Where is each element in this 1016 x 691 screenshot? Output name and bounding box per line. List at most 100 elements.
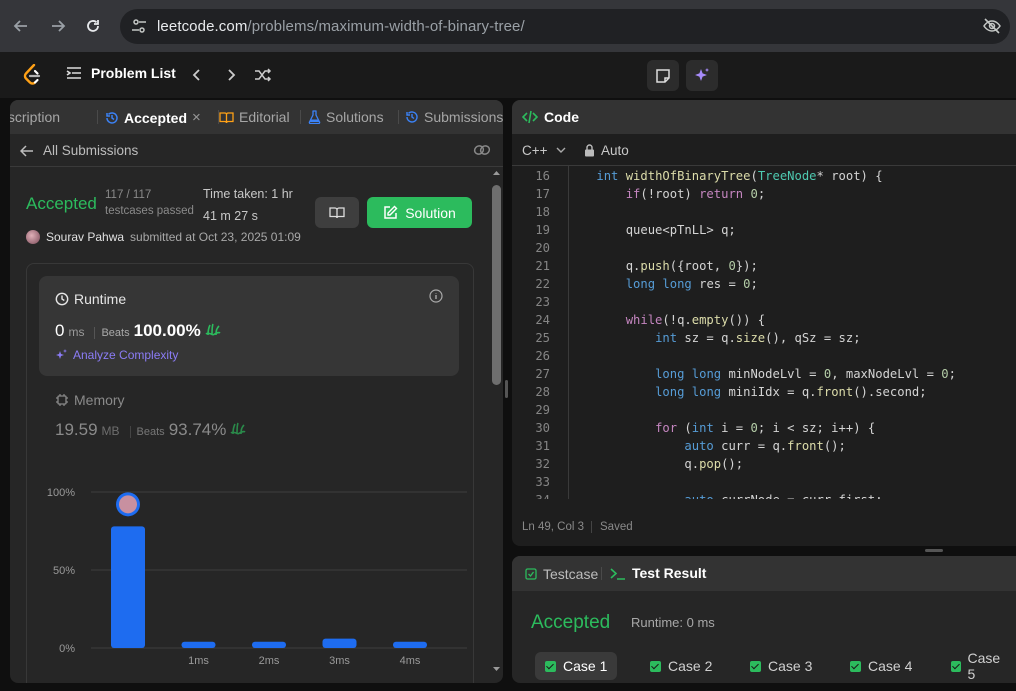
chart-bar xyxy=(322,638,357,648)
solution-button[interactable]: Solution xyxy=(367,197,472,228)
test-status: Accepted xyxy=(531,612,611,633)
forward-arrow-icon[interactable] xyxy=(45,13,71,39)
case-tab-4[interactable]: Case 4 xyxy=(840,652,922,680)
code-line[interactable]: 17 if(!root) return 0; xyxy=(512,185,1016,203)
tab-testcase[interactable]: Testcase xyxy=(525,566,598,582)
terminal-icon xyxy=(610,567,625,580)
time-taken-line1: Time taken: 1 hr xyxy=(203,187,293,201)
x-tick-label: 1ms xyxy=(188,655,209,667)
address-bar[interactable]: leetcode.com/problems/maximum-width-of-b… xyxy=(120,9,1010,44)
share-link-icon[interactable] xyxy=(473,143,491,157)
runtime-box[interactable]: Runtime 0 ms Beats 100.00% Analyze Compl… xyxy=(39,276,459,376)
code-line[interactable]: 26 xyxy=(512,347,1016,365)
code-text: while(!q.empty()) { xyxy=(625,313,766,327)
code-editor[interactable]: 16 int widthOfBinaryTree(TreeNode* root)… xyxy=(512,166,1016,499)
code-line[interactable]: 29 xyxy=(512,401,1016,419)
user-avatar-marker xyxy=(119,495,137,514)
history-icon xyxy=(106,111,118,124)
code-line[interactable]: 33 xyxy=(512,473,1016,491)
tab-solutions[interactable]: Solutions xyxy=(308,109,384,125)
line-number: 23 xyxy=(535,295,550,309)
line-number: 31 xyxy=(535,439,550,453)
code-line[interactable]: 27 long long minNodeLvl = 0, maxNodeLvl … xyxy=(512,365,1016,383)
code-line[interactable]: 25 int sz = q.size(), qSz = sz; xyxy=(512,329,1016,347)
code-line[interactable]: 23 xyxy=(512,293,1016,311)
history-icon xyxy=(406,111,418,123)
case-tab-3[interactable]: Case 3 xyxy=(740,652,822,680)
site-info-icon[interactable] xyxy=(130,17,148,35)
eye-off-icon[interactable] xyxy=(982,16,1002,36)
chart-bar[interactable] xyxy=(111,526,145,648)
code-text: int sz = q.size(), qSz = sz; xyxy=(655,331,861,345)
left-scrollbar[interactable] xyxy=(490,167,503,683)
memory-title[interactable]: Memory xyxy=(55,392,125,408)
next-problem-icon[interactable] xyxy=(222,66,240,84)
tab-divider xyxy=(398,110,399,124)
tab-code[interactable]: Code xyxy=(522,109,579,125)
panel-resize-handle[interactable] xyxy=(925,549,943,552)
notebook-button[interactable] xyxy=(315,197,359,228)
submitter-name[interactable]: Sourav Pahwa xyxy=(46,230,124,244)
sparkle-icon xyxy=(56,348,67,359)
case-tab-1[interactable]: Case 1 xyxy=(535,652,618,680)
url-text: leetcode.com/problems/maximum-width-of-b… xyxy=(157,18,525,35)
tab-submissions[interactable]: Submissions xyxy=(405,109,503,125)
case-tab-2[interactable]: Case 2 xyxy=(640,652,722,680)
tab-description[interactable]: Description xyxy=(10,109,60,125)
notes-button[interactable] xyxy=(647,60,679,91)
close-tab-icon[interactable]: × xyxy=(192,109,201,126)
line-number: 20 xyxy=(535,241,550,255)
code-line[interactable]: 32 q.pop(); xyxy=(512,455,1016,473)
check-icon xyxy=(545,660,556,672)
avatar[interactable] xyxy=(26,230,40,244)
code-line[interactable]: 34 auto currNode = curr.first; xyxy=(512,491,1016,499)
leetcode-logo-icon[interactable] xyxy=(22,64,42,86)
code-line[interactable]: 18 xyxy=(512,203,1016,221)
line-number: 18 xyxy=(535,205,550,219)
chip-icon xyxy=(56,394,68,406)
language-select[interactable]: C++ xyxy=(522,143,566,158)
tab-editorial[interactable]: Editorial xyxy=(219,109,290,125)
indent-guide xyxy=(568,166,569,499)
code-text: auto currNode = curr.first; xyxy=(567,491,882,499)
problem-list-link[interactable]: Problem List xyxy=(66,65,176,81)
code-text: long long miniIdx = q.front().second; xyxy=(655,385,927,399)
all-submissions-link[interactable]: All Submissions xyxy=(20,143,138,158)
app-header: Problem List xyxy=(0,52,1016,98)
check-icon xyxy=(650,660,661,672)
shuffle-icon[interactable] xyxy=(254,66,272,84)
vertical-resize-handle[interactable] xyxy=(505,380,508,398)
solution-button-label: Solution xyxy=(405,204,456,221)
prev-problem-icon[interactable] xyxy=(188,66,206,84)
back-arrow-icon[interactable] xyxy=(8,13,34,39)
code-line[interactable]: 19 queue<pTnLL> q; xyxy=(512,221,1016,239)
chart-bar xyxy=(181,641,216,648)
reload-icon[interactable] xyxy=(80,13,106,39)
status-divider xyxy=(591,521,592,533)
ai-assistant-button[interactable] xyxy=(686,60,718,91)
code-line[interactable]: 21 q.push({root, 0}); xyxy=(512,257,1016,275)
code-line[interactable]: 28 long long miniIdx = q.front().second; xyxy=(512,383,1016,401)
list-icon xyxy=(66,67,81,79)
code-line[interactable]: 20 xyxy=(512,239,1016,257)
all-submissions-row: All Submissions xyxy=(10,134,503,167)
auto-mode-toggle[interactable]: Auto xyxy=(584,143,629,158)
leaf-icon xyxy=(205,321,221,341)
time-taken: Time taken: 1 hr 41 m 27 s xyxy=(203,183,293,227)
code-line[interactable]: 31 auto curr = q.front(); xyxy=(512,437,1016,455)
line-number: 27 xyxy=(535,367,550,381)
code-text: if(!root) return 0; xyxy=(625,187,766,201)
code-line[interactable]: 22 long long res = 0; xyxy=(512,275,1016,293)
info-icon[interactable] xyxy=(429,289,443,303)
tab-accepted[interactable]: Accepted × xyxy=(105,109,201,126)
case-tab-5[interactable]: Case 5 xyxy=(941,650,1016,682)
test-tab-bar: Testcase Test Result xyxy=(512,556,1016,591)
analyze-complexity-link[interactable]: Analyze Complexity xyxy=(55,348,178,362)
code-line[interactable]: 24 while(!q.empty()) { xyxy=(512,311,1016,329)
code-line[interactable]: 30 for (int i = 0; i < sz; i++) { xyxy=(512,419,1016,437)
line-number: 33 xyxy=(535,475,550,489)
tab-test-result[interactable]: Test Result xyxy=(610,565,706,581)
code-line[interactable]: 16 int widthOfBinaryTree(TreeNode* root)… xyxy=(512,167,1016,185)
test-result-panel: Testcase Test Result Accepted Runtime: 0… xyxy=(512,556,1016,683)
book-open-icon xyxy=(219,111,234,123)
